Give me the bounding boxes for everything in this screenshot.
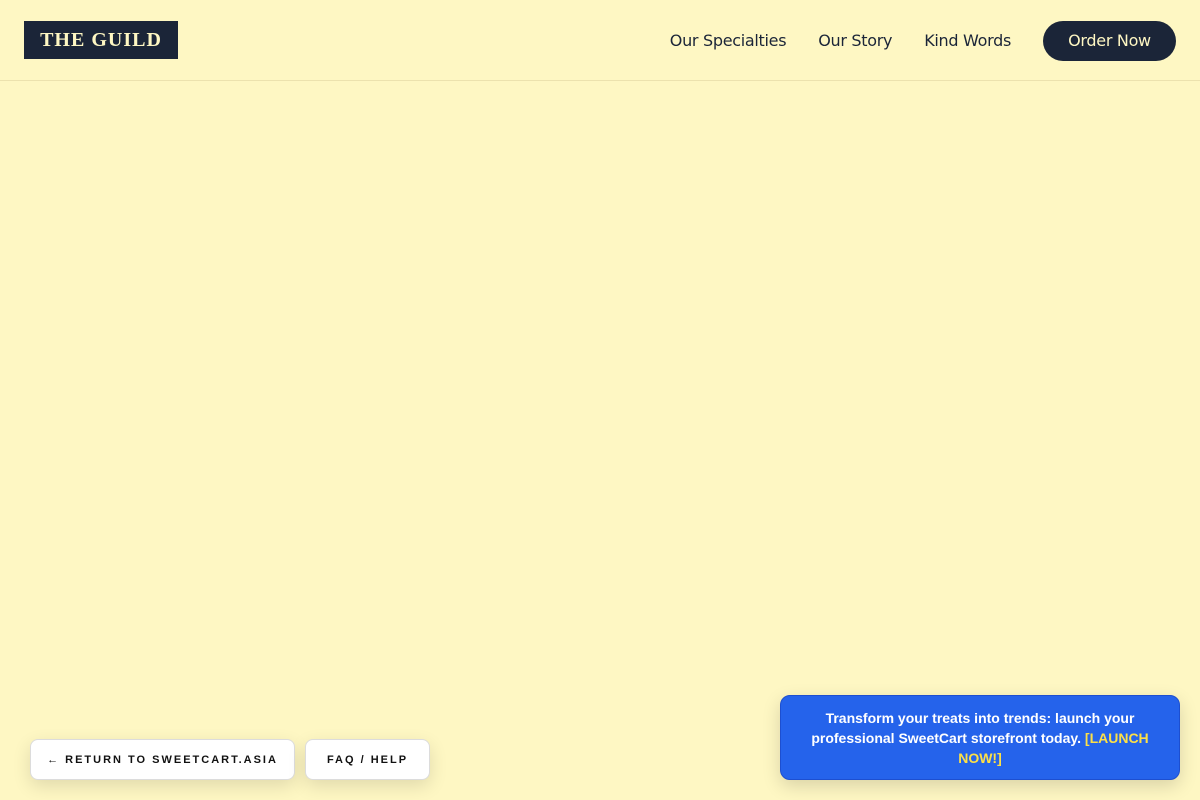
nav-link-our-specialties[interactable]: Our Specialties	[670, 31, 787, 50]
site-header: THE GUILD Our Specialties Our Story Kind…	[0, 0, 1200, 81]
faq-help-button[interactable]: FAQ / HELP	[305, 739, 430, 780]
order-now-button[interactable]: Order Now	[1043, 20, 1176, 61]
return-to-sweetcart-button[interactable]: ← RETURN TO SWEETCART.ASIA	[30, 739, 295, 780]
main-nav: Our Specialties Our Story Kind Words Ord…	[670, 0, 1176, 81]
nav-link-our-story[interactable]: Our Story	[818, 31, 892, 50]
promo-banner: Transform your treats into trends: launc…	[780, 695, 1180, 780]
site-logo[interactable]: THE GUILD	[24, 21, 178, 59]
nav-link-kind-words[interactable]: Kind Words	[924, 31, 1011, 50]
